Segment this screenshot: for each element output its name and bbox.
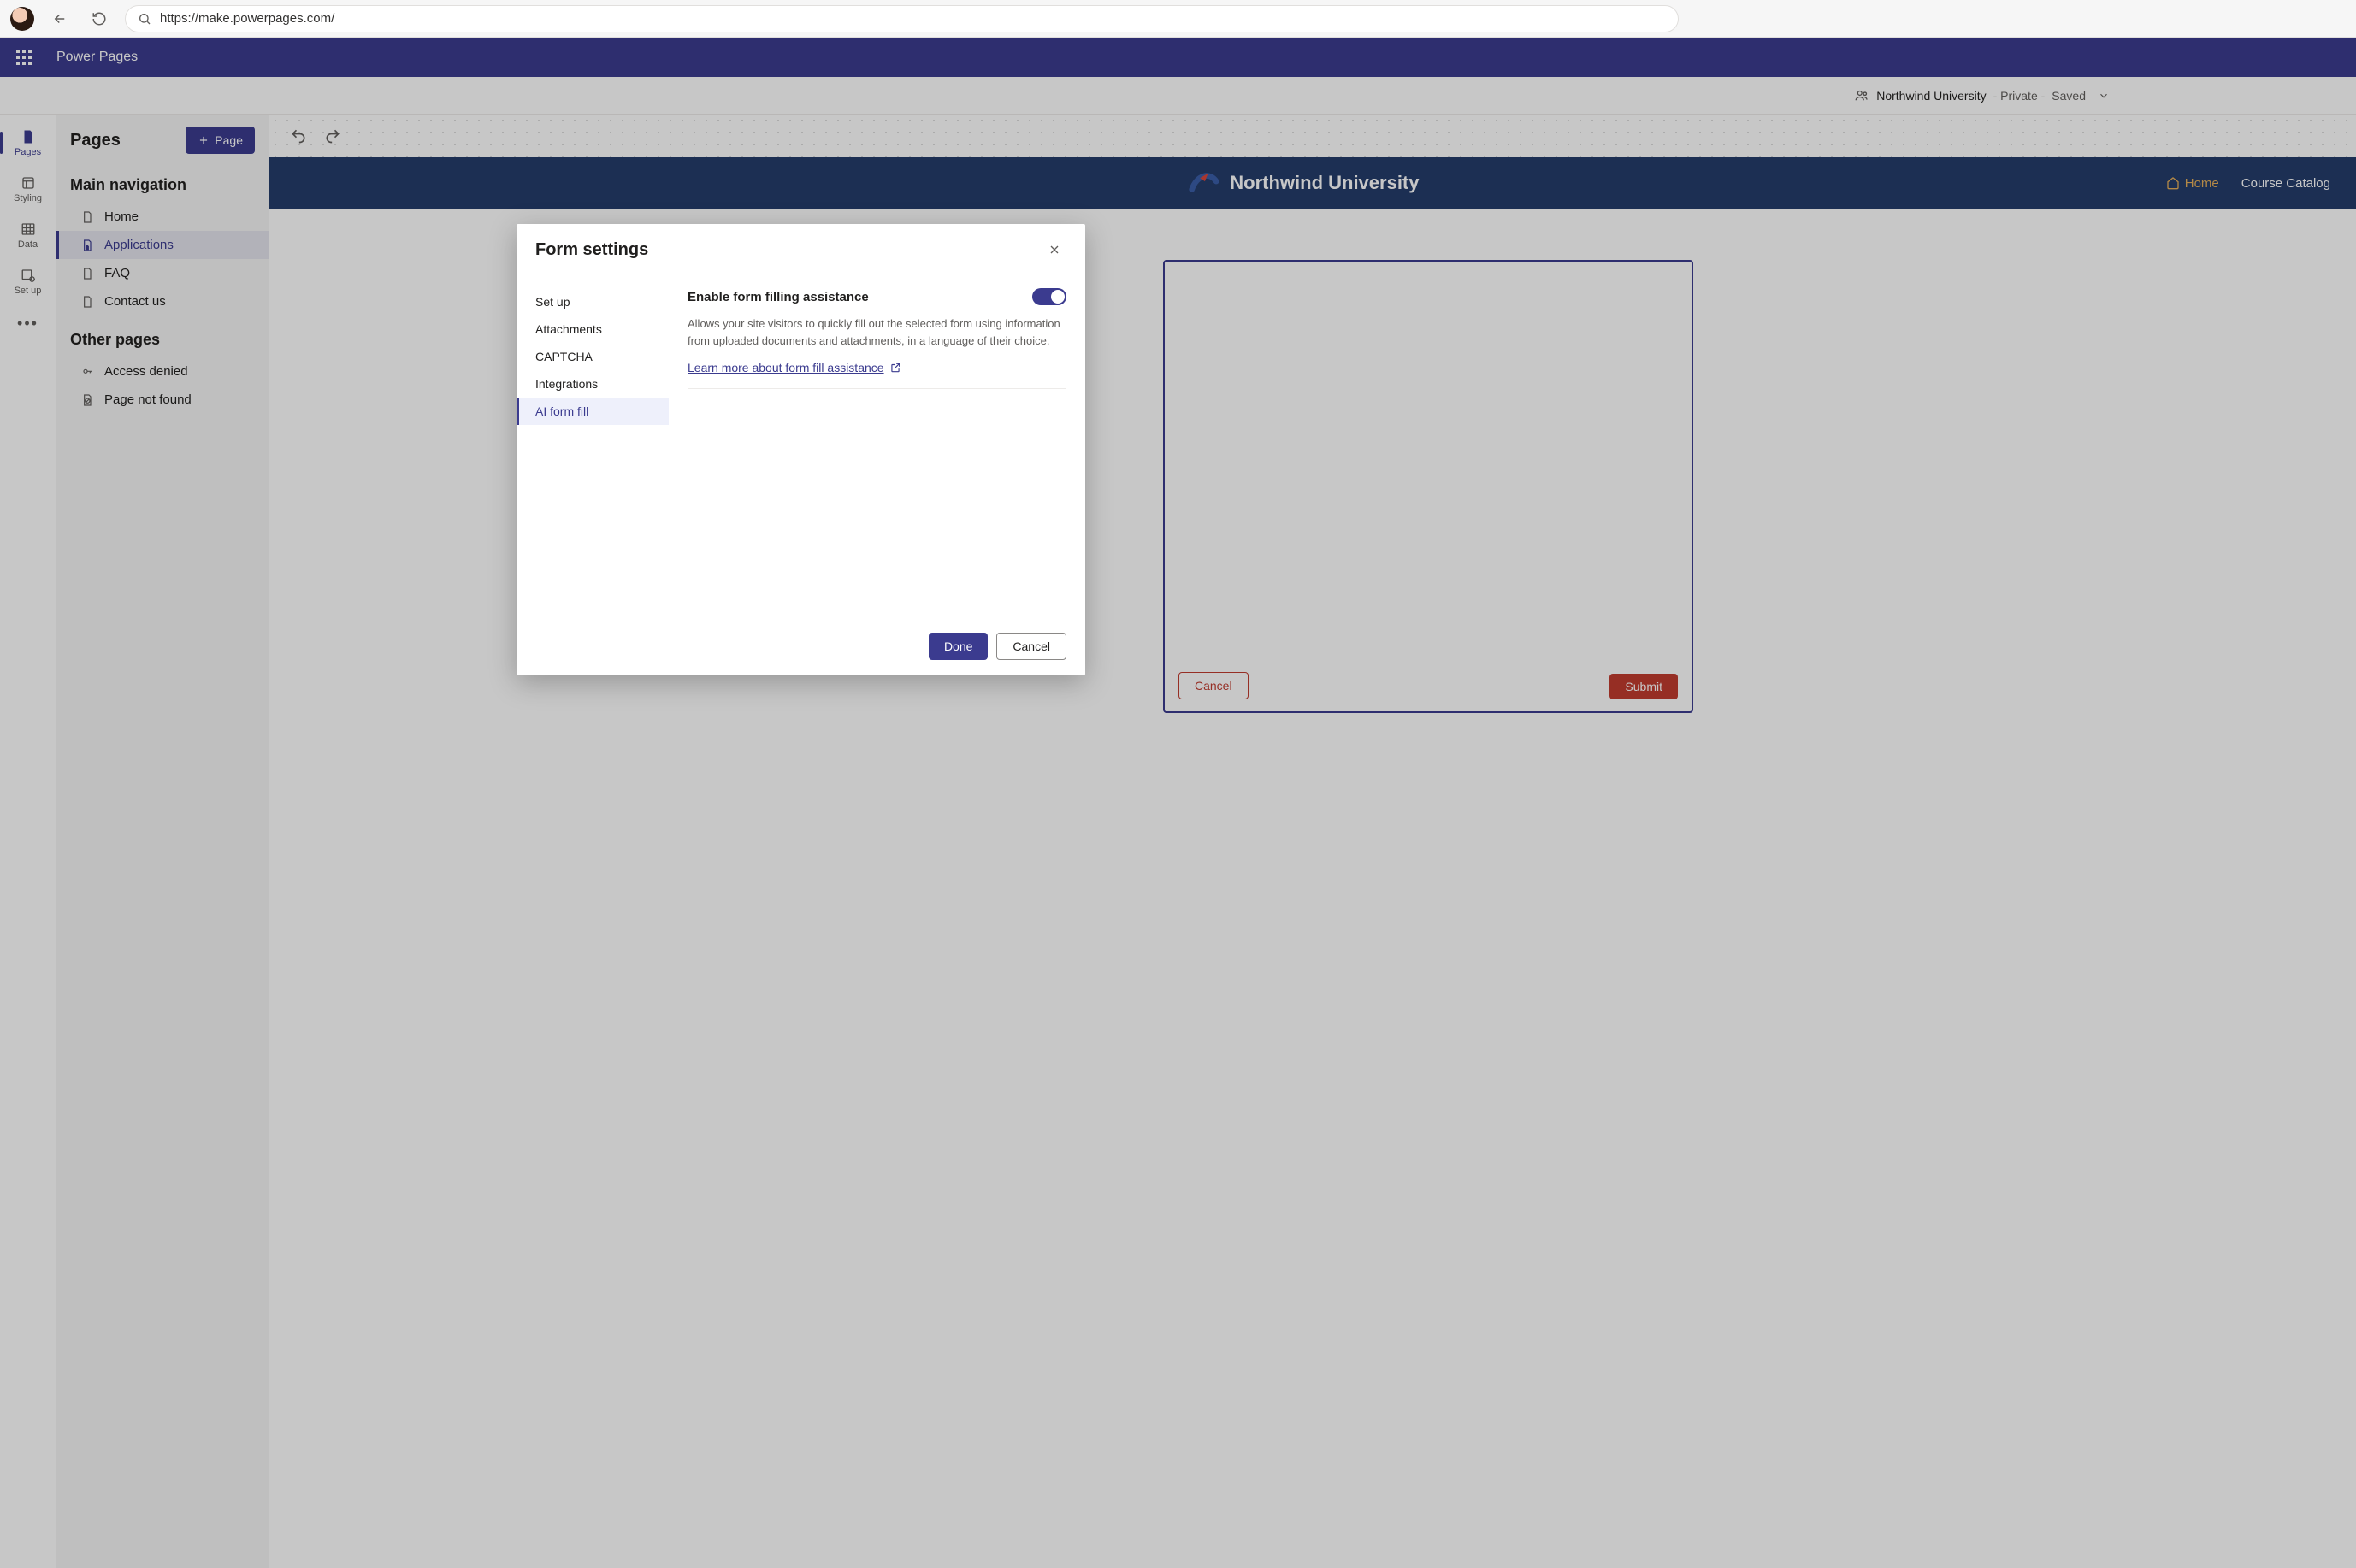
refresh-button[interactable] <box>86 5 113 32</box>
tab-captcha[interactable]: CAPTCHA <box>517 343 669 370</box>
toggle-label: Enable form filling assistance <box>688 290 869 304</box>
tab-integrations[interactable]: Integrations <box>517 370 669 398</box>
cancel-button[interactable]: Cancel <box>996 633 1066 660</box>
external-link-icon <box>889 362 901 374</box>
avatar[interactable] <box>10 7 34 31</box>
learn-more-link[interactable]: Learn more about form fill assistance <box>688 361 901 374</box>
form-settings-dialog: Form settings Set up Attachments CAPTCHA… <box>517 224 1085 675</box>
tab-setup[interactable]: Set up <box>517 288 669 315</box>
search-icon <box>138 12 151 26</box>
dialog-tabs: Set up Attachments CAPTCHA Integrations … <box>517 283 669 621</box>
browser-chrome: https://make.powerpages.com/ <box>0 0 2356 38</box>
dialog-title: Form settings <box>535 240 648 260</box>
modal-overlay <box>0 38 2356 1568</box>
toggle-description: Allows your site visitors to quickly fil… <box>688 315 1066 349</box>
url-text: https://make.powerpages.com/ <box>160 11 334 26</box>
tab-ai-form-fill[interactable]: AI form fill <box>517 398 669 425</box>
back-button[interactable] <box>46 5 74 32</box>
dialog-content: Enable form filling assistance Allows yo… <box>669 283 1085 621</box>
close-button[interactable] <box>1042 238 1066 262</box>
enable-assistance-toggle[interactable] <box>1032 288 1066 305</box>
address-bar[interactable]: https://make.powerpages.com/ <box>125 5 1679 32</box>
tab-attachments[interactable]: Attachments <box>517 315 669 343</box>
divider <box>688 388 1066 389</box>
done-button[interactable]: Done <box>929 633 988 660</box>
